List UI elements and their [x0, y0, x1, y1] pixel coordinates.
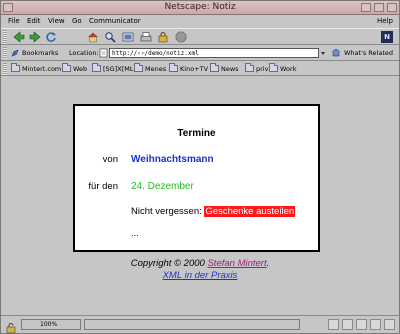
browser-window: Netscape: Notiz File Edit View Go Commun… — [0, 0, 400, 334]
folder-icon — [269, 63, 278, 72]
folder-icon — [92, 63, 101, 72]
title-bar: Netscape: Notiz — [1, 1, 399, 15]
navigation-toolbar: N — [1, 28, 399, 45]
folder-icon — [62, 63, 71, 72]
menu-file[interactable]: File — [8, 17, 20, 25]
reminder-highlight: Geschenke austeilen — [204, 206, 296, 217]
progress-indicator: 100% — [21, 319, 81, 330]
menu-help[interactable]: Help — [377, 17, 393, 25]
for-label: für den — [88, 181, 118, 192]
bookmarks-button[interactable]: Bookmarks — [22, 49, 58, 57]
newsgroups-icon[interactable] — [356, 319, 367, 330]
window-title: Netscape: Notiz — [164, 2, 236, 12]
reminder-label: Nicht vergessen: — [131, 206, 202, 217]
note-ellipsis: ... — [131, 228, 139, 239]
folder-icon — [245, 63, 254, 72]
menu-view[interactable]: View — [48, 17, 65, 25]
status-message — [84, 319, 300, 330]
back-icon[interactable] — [13, 31, 25, 43]
close-button[interactable] — [387, 3, 397, 12]
location-grip[interactable] — [3, 47, 7, 59]
folder-icon — [11, 63, 20, 72]
book-link[interactable]: XML in der Praxis — [163, 270, 238, 281]
from-value: Weihnachtsmann — [131, 154, 214, 165]
location-label: Location: — [69, 49, 99, 57]
copyright-text: Copyright © 2000 — [130, 258, 208, 269]
menu-communicator[interactable]: Communicator — [89, 17, 141, 25]
security-icon[interactable] — [157, 31, 169, 43]
maximize-button[interactable] — [374, 3, 384, 12]
minimize-button[interactable] — [361, 3, 371, 12]
bookmark-icon[interactable] — [11, 49, 20, 58]
copyright-line: Copyright © 2000 Stefan Mintert. — [1, 258, 399, 269]
bookmark-work[interactable]: Work — [269, 63, 296, 74]
menu-go[interactable]: Go — [72, 17, 82, 25]
netscape-logo-icon[interactable]: N — [381, 31, 393, 43]
url-dropdown-chevron-icon[interactable] — [320, 48, 326, 58]
edit-icon[interactable] — [384, 319, 395, 330]
netscape-guide-icon[interactable] — [122, 31, 134, 43]
bookmark-kino-tv[interactable]: Kino+TV — [169, 63, 208, 74]
location-toolbar: Bookmarks Location: http://‹›/demo/notiz… — [1, 46, 399, 61]
whats-related-button[interactable]: What's Related — [344, 49, 393, 57]
bookmark-mintert[interactable]: Mintert.com — [11, 63, 61, 74]
bookmark-priv[interactable]: priv — [245, 63, 268, 74]
bookmark-news[interactable]: News — [210, 63, 239, 74]
note-heading: Termine — [177, 128, 216, 139]
reminder-line: Nicht vergessen: Geschenke austeilen — [131, 206, 296, 217]
security-lock-icon[interactable] — [4, 319, 18, 334]
book-line: XML in der Praxis — [1, 270, 399, 281]
stop-icon[interactable] — [175, 31, 187, 43]
mail-icon[interactable] — [342, 319, 353, 330]
home-icon[interactable] — [87, 31, 99, 43]
location-url-field[interactable]: http://‹›/demo/notiz.xml — [109, 48, 319, 58]
navigator-icon[interactable] — [328, 319, 339, 330]
forward-icon[interactable] — [29, 31, 41, 43]
folder-icon — [210, 63, 219, 72]
bookmark-menes[interactable]: Menes — [134, 63, 166, 74]
page-proxy-icon[interactable] — [99, 48, 108, 58]
bookmarks-grip[interactable] — [3, 63, 7, 75]
menu-edit[interactable]: Edit — [27, 17, 41, 25]
page-content: Termine von Weihnachtsmann für den 24. D… — [1, 77, 399, 313]
whats-related-icon[interactable] — [331, 48, 341, 58]
composer-icon[interactable] — [370, 319, 381, 330]
component-bar — [328, 319, 395, 331]
menu-bar: File Edit View Go Communicator Help — [1, 15, 399, 28]
personal-toolbar: Mintert.com Web [SG]X[ML] Menes Kino+TV … — [1, 62, 399, 76]
reload-icon[interactable] — [45, 31, 57, 43]
bookmark-web[interactable]: Web — [62, 63, 87, 74]
search-icon[interactable] — [104, 31, 116, 43]
status-bar: 100% — [1, 315, 399, 334]
author-link[interactable]: Stefan Mintert — [207, 258, 266, 269]
date-value: 24. Dezember — [131, 181, 194, 192]
bookmark-sgxml[interactable]: [SG]X[ML] — [92, 63, 136, 74]
note-card: Termine von Weihnachtsmann für den 24. D… — [73, 104, 320, 252]
toolbar-grip[interactable] — [3, 30, 7, 44]
folder-icon — [134, 63, 143, 72]
from-label: von — [102, 154, 118, 165]
folder-icon — [169, 63, 178, 72]
print-icon[interactable] — [140, 31, 152, 43]
copyright-period: . — [266, 258, 270, 269]
